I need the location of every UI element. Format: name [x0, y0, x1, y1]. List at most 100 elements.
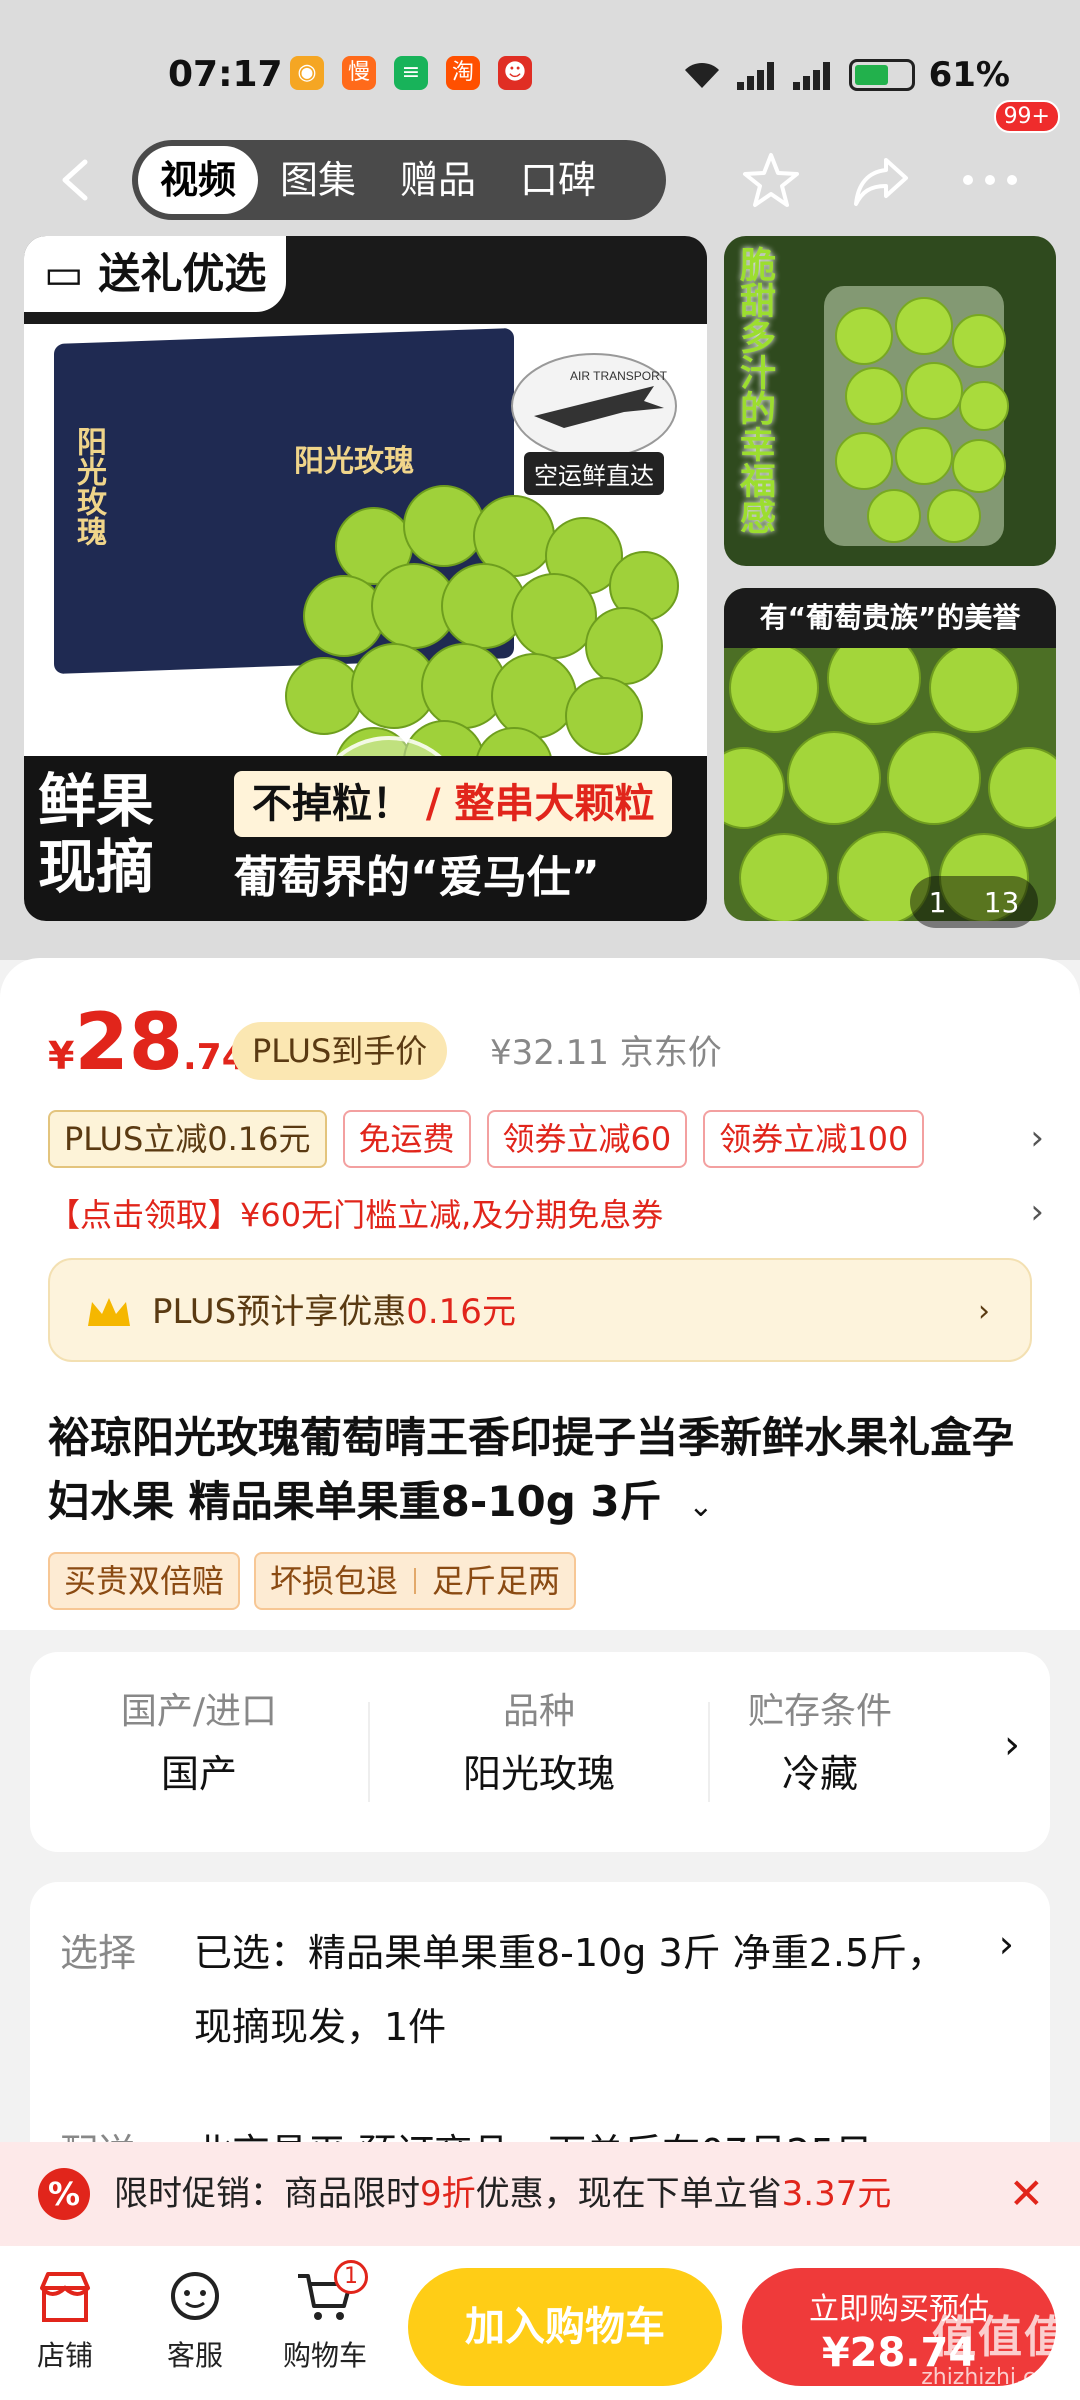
site-watermark: 值值值 zhizhizhi.com: [921, 2301, 1070, 2390]
thumbnail-2-caption: 有“葡萄贵族”的美誉: [724, 588, 1056, 648]
plus-banner-chevron-icon: ›: [978, 1294, 990, 1329]
gift-banner-text: 送礼优选: [98, 249, 267, 298]
status-time: 07:17: [168, 54, 283, 95]
cart-label: 购物车: [282, 2339, 367, 2372]
fresh-line-2: 现摘: [38, 833, 155, 901]
customer-service-label: 客服: [166, 2339, 223, 2372]
plus-discount-banner[interactable]: PLUS预计享优惠0.16元 ›: [48, 1258, 1032, 1362]
taobao-icon: 淘: [446, 56, 480, 90]
add-to-cart-button[interactable]: 加入购物车: [408, 2268, 722, 2386]
pinduoduo-icon: ☻: [498, 56, 532, 90]
grape-glass-image: [824, 286, 1009, 546]
back-icon[interactable]: [55, 158, 99, 202]
tab-reviews[interactable]: 口碑: [498, 146, 618, 214]
store-icon: [40, 2272, 90, 2322]
plus-banner-prefix: PLUS预计享优惠: [152, 1292, 407, 1332]
gallery-thumbnail-1[interactable]: 脆甜多汁的幸福感: [724, 236, 1056, 566]
more-button[interactable]: 99+: [950, 100, 1060, 220]
coupon-100[interactable]: 领券立减100: [703, 1110, 925, 1168]
media-tabs: 视频 图集 赠品 口碑: [132, 140, 666, 220]
product-title-text: 裕琼阳光玫瑰葡萄晴王香印提子当季新鲜水果礼盒孕妇水果 精品果单果重8-10g 3…: [48, 1413, 1015, 1526]
top-nav: 视频 图集 赠品 口碑 99+: [0, 100, 1080, 220]
battery-icon: [848, 59, 915, 91]
price-integer: 28: [74, 998, 183, 1088]
attributes-chevron-icon[interactable]: ›: [1004, 1722, 1020, 1768]
fresh-picked-label: 鲜果 现摘: [38, 768, 154, 900]
pager-current: 1: [928, 885, 947, 919]
weibo-icon: ◉: [290, 56, 324, 90]
promo-middle: 优惠，现在下单立省: [475, 2174, 782, 2214]
fresh-line-1: 鲜果: [38, 767, 155, 835]
coupon-row[interactable]: PLUS立减0.16元 免运费 领券立减60 领券立减100: [48, 1110, 925, 1168]
coupon-free-shipping[interactable]: 免运费: [342, 1110, 471, 1168]
hermes-caption: 葡萄界的“爱马仕”: [234, 852, 600, 903]
attr-storage-value: 冷藏: [781, 1752, 858, 1796]
big-grapes-text: 整串大颗粒: [454, 781, 655, 827]
gallery-pager: 1 13: [910, 876, 1038, 928]
manman-icon: 慢: [342, 56, 376, 90]
limited-promo-bar[interactable]: % 限时促销：商品限时9折优惠，现在下单立省3.37元 ✕: [0, 2142, 1080, 2246]
tag-divider: [414, 1568, 417, 1594]
price-symbol: ¥: [48, 1034, 75, 1078]
attr-origin-value: 国产: [160, 1752, 237, 1796]
store-label: 店铺: [36, 2339, 93, 2372]
product-title[interactable]: 裕琼阳光玫瑰葡萄晴王香印提子当季新鲜水果礼盒孕妇水果 精品果单果重8-10g 3…: [48, 1406, 1028, 1539]
tab-gifts[interactable]: 赠品: [378, 146, 498, 214]
store-button[interactable]: 店铺: [10, 2266, 120, 2374]
watermark-url: zhizhizhi.com: [921, 2365, 1070, 2390]
no-drop-caption: 不掉粒！ / 整串大颗粒: [234, 771, 673, 837]
plus-banner-amount: 0.16元: [406, 1292, 516, 1332]
wifi-icon: [684, 62, 719, 88]
selection-value: 已选：精品果单果重8-10g 3斤 净重2.5斤，现摘现发，1件: [194, 1931, 946, 2049]
plus-price-pill: PLUS到手价: [232, 1022, 448, 1080]
main-product-video[interactable]: ▭ 送礼优选 阳光玫瑰 阳光玫瑰 AIR TRANSPORT 空运鲜直达 鲜果 …: [24, 236, 707, 921]
variant-selector[interactable]: 选择 已选：精品果单果重8-10g 3斤 净重2.5斤，现摘现发，1件 › 配送…: [30, 1882, 1050, 2182]
product-info-card: ¥ 28 .74 PLUS到手价 ¥32.11 京东价 PLUS立减0.16元 …: [0, 958, 1080, 1630]
selection-label: 选择: [60, 1931, 137, 1975]
attr-variety-key: 品种: [502, 1691, 575, 1732]
crown-icon: [88, 1298, 130, 1326]
gift-banner: ▭ 送礼优选: [24, 236, 287, 312]
attr-origin: 国产/进口 国产: [30, 1682, 368, 1806]
tab-video[interactable]: 视频: [138, 146, 259, 214]
coupon-chevron-icon[interactable]: ›: [1030, 1118, 1044, 1158]
svg-text:AIR TRANSPORT: AIR TRANSPORT: [570, 369, 668, 383]
cart-button[interactable]: 1 购物车: [270, 2260, 380, 2374]
tab-gallery[interactable]: 图集: [258, 146, 378, 214]
tag-damage-return: 坏损包退: [270, 1562, 399, 1600]
tag-price-guarantee[interactable]: 买贵双倍赔: [48, 1552, 241, 1610]
customer-service-icon: [171, 2272, 219, 2320]
chat-icon: ≡: [394, 56, 428, 90]
promo-saving: 3.37元: [781, 2174, 892, 2214]
box-side-label: 阳光玫瑰: [71, 426, 106, 546]
favorite-star-icon[interactable]: [740, 150, 802, 212]
claim-chevron-icon[interactable]: ›: [1030, 1192, 1044, 1232]
tag-quality-guarantee[interactable]: 坏损包退 足斤足两: [254, 1552, 577, 1610]
watermark-text: 值值值: [932, 2312, 1070, 2363]
claim-coupon-link[interactable]: 【点击领取】¥60无门槛立减,及分期免息券: [48, 1190, 663, 1240]
plus-banner-text: PLUS预计享优惠0.16元: [152, 1260, 516, 1364]
cart-count-badge: 1: [334, 2260, 368, 2294]
pager-total: 13: [983, 885, 1020, 919]
customer-service-button[interactable]: 客服: [140, 2266, 250, 2374]
close-icon[interactable]: ✕: [1009, 2142, 1044, 2246]
attr-storage-key: 贮存条件: [747, 1691, 892, 1732]
expand-chevron-icon[interactable]: ⌄: [688, 1489, 713, 1524]
selection-chevron-icon: ›: [998, 1922, 1014, 1966]
battery-percent: 61%: [928, 55, 1010, 95]
coupon-60[interactable]: 领券立减60: [486, 1110, 688, 1168]
share-icon[interactable]: [850, 150, 912, 212]
attr-storage: 贮存条件 冷藏: [710, 1682, 930, 1806]
notification-icons: ◉ 慢 ≡ 淘 ☻: [290, 56, 532, 90]
price: ¥ 28 .74: [48, 998, 247, 1088]
coupon-plus-discount[interactable]: PLUS立减0.16元: [48, 1110, 327, 1168]
signal-icon: [736, 60, 779, 90]
attr-variety-value: 阳光玫瑰: [462, 1752, 615, 1796]
gallery-thumbnail-2[interactable]: 有“葡萄贵族”的美誉: [724, 588, 1056, 921]
airplane-badge-icon: AIR TRANSPORT: [511, 353, 677, 459]
signal-icon-2: [792, 60, 835, 90]
status-bar: 07:17 ◉ 慢 ≡ 淘 ☻ 61%: [0, 40, 1080, 110]
promo-prefix: 限时促销：商品限时: [114, 2174, 420, 2214]
no-drop-text: 不掉粒！: [252, 781, 412, 827]
product-attributes[interactable]: 国产/进口 国产 品种 阳光玫瑰 贮存条件 冷藏 ›: [30, 1652, 1050, 1852]
